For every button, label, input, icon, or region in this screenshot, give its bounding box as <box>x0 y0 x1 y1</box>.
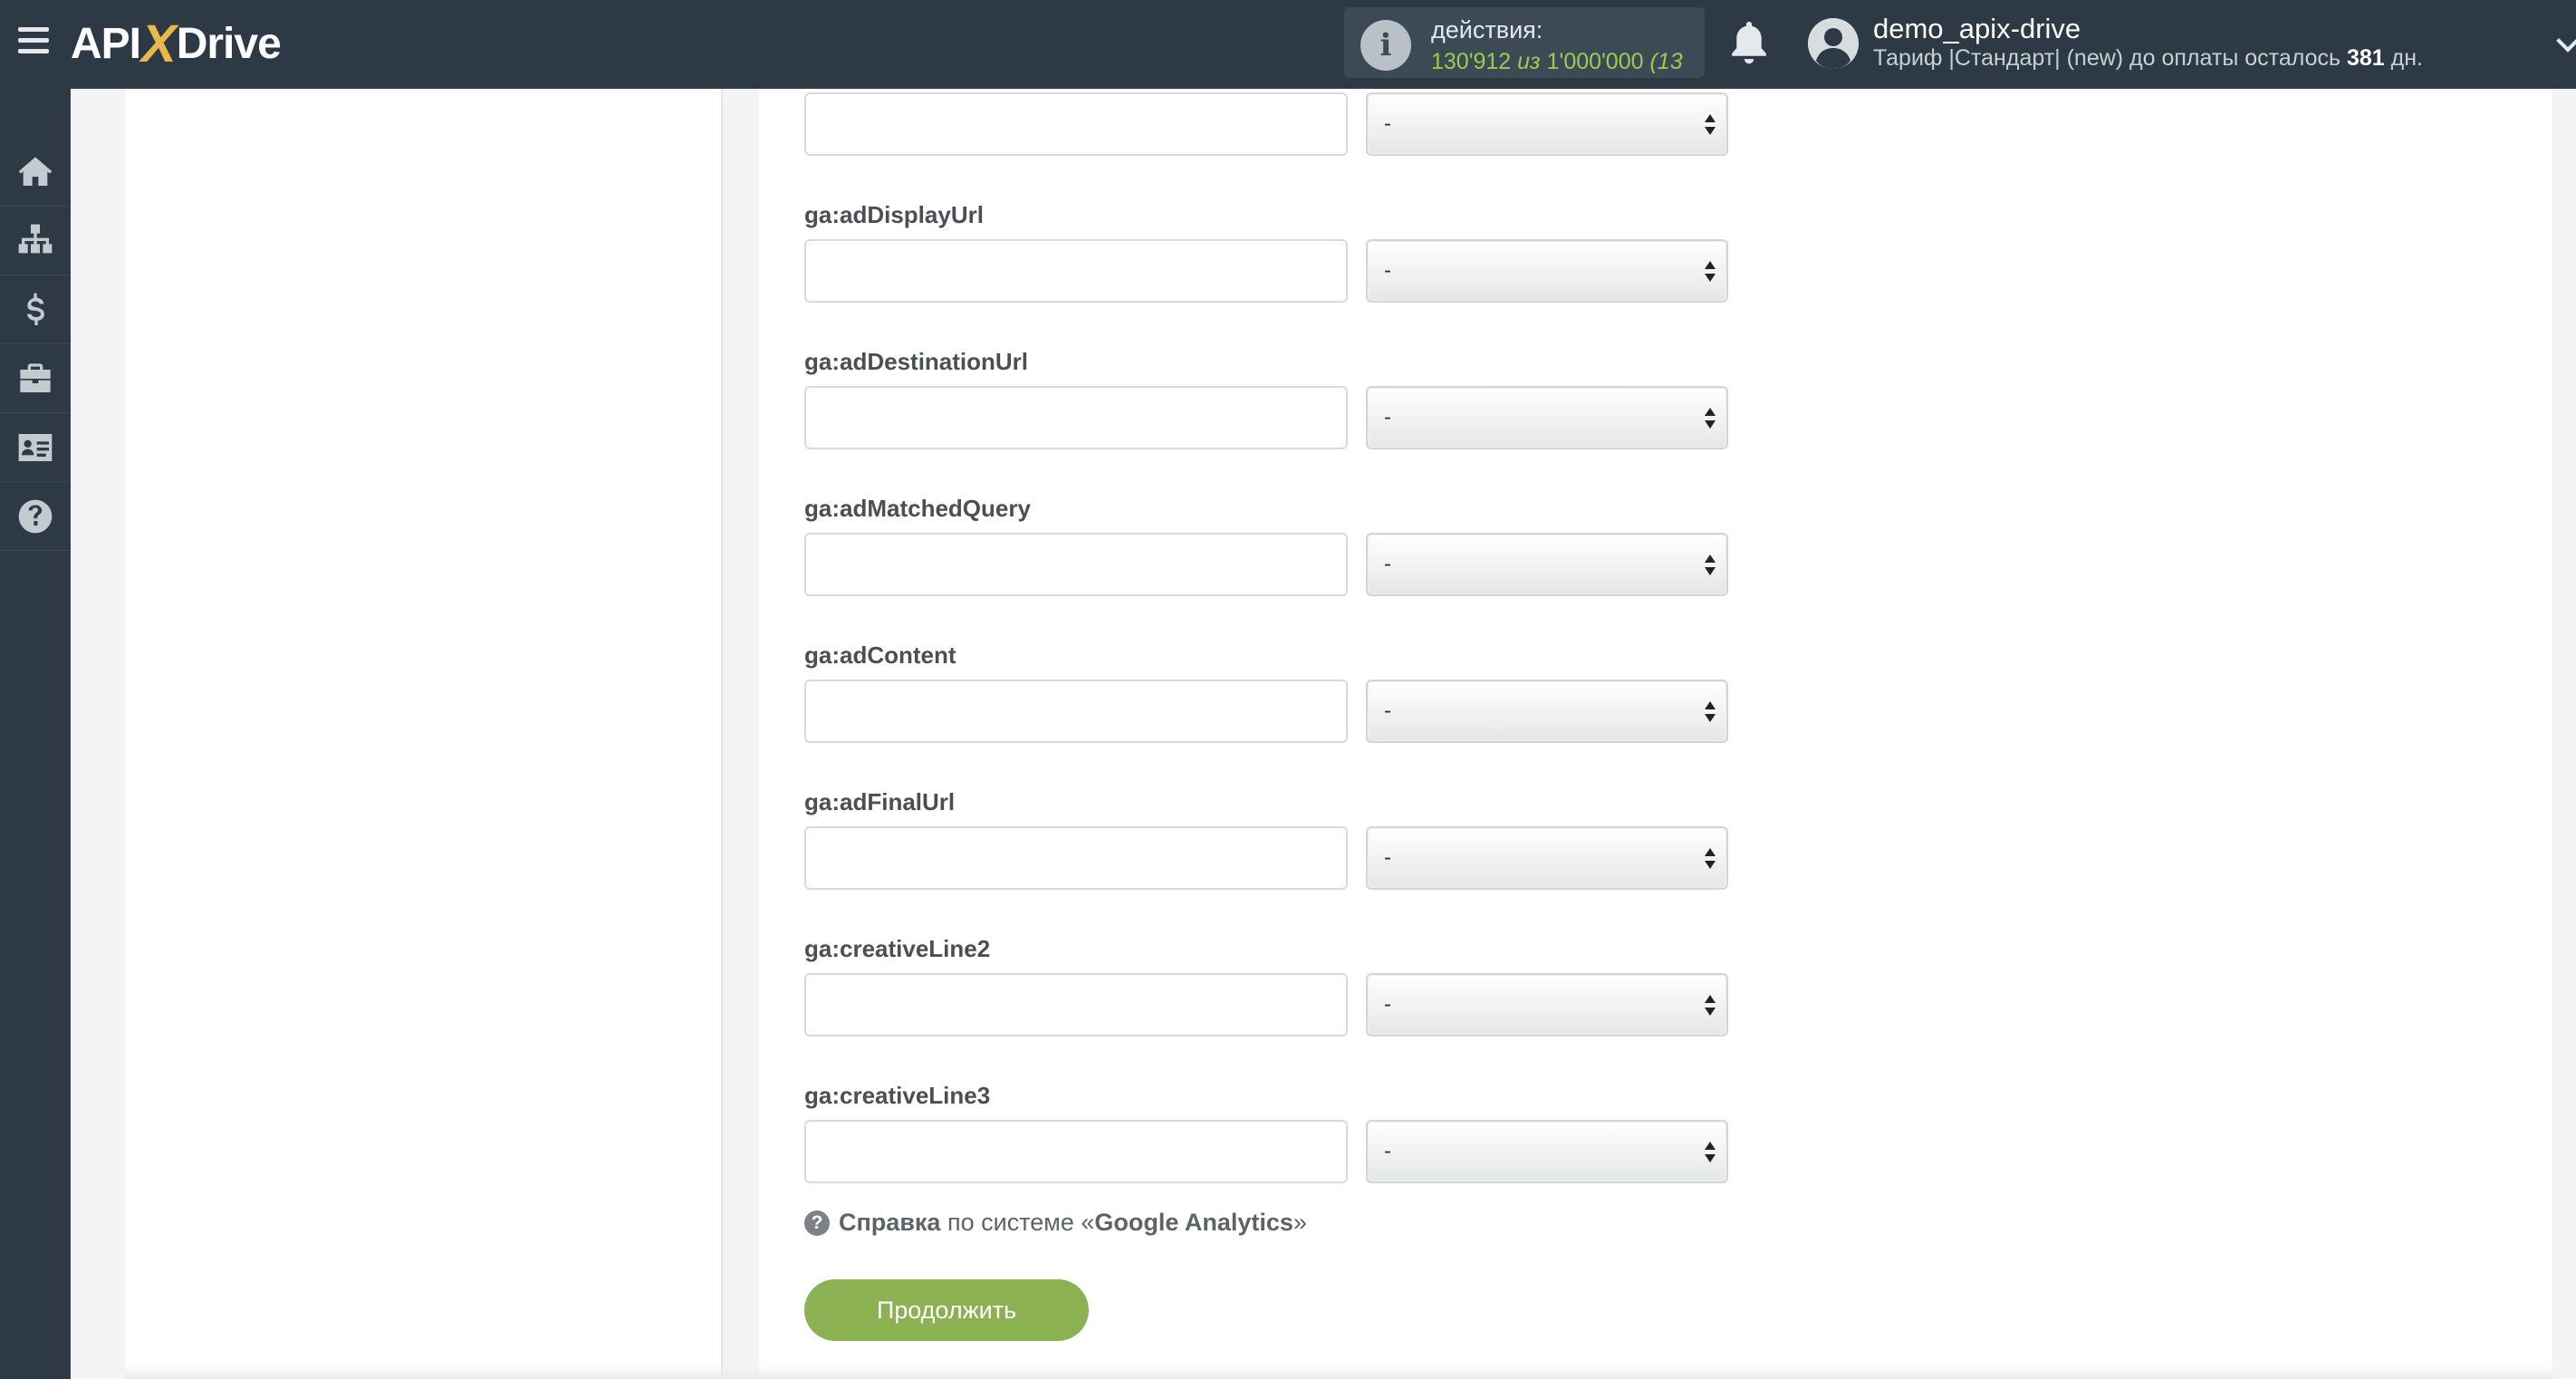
actions-counter[interactable]: i действия: 130'912 из 1'000'000 (13 <box>1344 7 1705 78</box>
help-line: ? Справка по системе «Google Analytics» <box>804 1209 1307 1237</box>
field-label: ga:creativeLine2 <box>804 935 991 962</box>
field-select-value: - <box>1384 699 1391 723</box>
field-input-ad-destination-url[interactable] <box>804 386 1348 449</box>
sidebar-item-billing[interactable] <box>0 275 71 344</box>
field-select-creative-line3[interactable]: - <box>1366 1120 1728 1183</box>
home-icon <box>18 156 53 186</box>
chevron-down-icon[interactable] <box>2556 29 2576 53</box>
sitemap-icon <box>18 224 53 253</box>
help-system[interactable]: Google Analytics <box>1094 1209 1293 1237</box>
select-arrows-icon <box>1705 114 1716 138</box>
field-select-ad-content[interactable]: - <box>1366 680 1728 743</box>
sidebar-item-contacts[interactable] <box>0 413 71 482</box>
help-end: » <box>1293 1209 1307 1236</box>
field-input-ad-display-url[interactable] <box>804 239 1348 303</box>
actions-title: действия: <box>1431 16 1543 43</box>
select-arrows-icon <box>1705 554 1716 578</box>
actions-used: 130'912 <box>1431 49 1512 74</box>
user-icon <box>1808 18 1859 69</box>
select-arrows-icon <box>1705 261 1716 284</box>
field-select-value: - <box>1384 111 1391 136</box>
briefcase-icon <box>20 362 51 392</box>
select-arrows-icon <box>1705 848 1716 872</box>
field-input-top[interactable] <box>804 92 1348 156</box>
logo-api: API <box>71 19 141 68</box>
sidebar-item-home[interactable] <box>0 138 71 207</box>
actions-count: 130'912 из 1'000'000 (13 <box>1431 49 1683 75</box>
field-select-top[interactable]: - <box>1366 92 1728 156</box>
field-input-ad-content[interactable] <box>804 680 1348 743</box>
plan-days: 381 <box>2346 45 2385 71</box>
actions-total: 1'000'000 <box>1546 49 1644 74</box>
sidebar-item-connections[interactable] <box>0 207 71 275</box>
field-input-ad-matched-query[interactable] <box>804 533 1348 596</box>
field-select-value: - <box>1384 845 1391 870</box>
help-link[interactable]: Справка <box>839 1209 940 1237</box>
select-arrows-icon <box>1705 701 1716 725</box>
logo-x: X <box>141 14 177 73</box>
help-middle: по системе « <box>947 1209 1095 1236</box>
avatar[interactable] <box>1808 18 1859 69</box>
plan-unit: дн. <box>2390 45 2423 71</box>
logo-drive: Drive <box>176 19 282 68</box>
menu-icon[interactable] <box>18 27 49 54</box>
left-panel <box>125 89 723 1379</box>
bell-icon[interactable] <box>1730 22 1768 65</box>
field-select-ad-matched-query[interactable]: - <box>1366 533 1728 596</box>
help-circle-icon: ? <box>804 1210 830 1236</box>
continue-button[interactable]: Продолжить <box>804 1279 1089 1341</box>
field-select-ad-destination-url[interactable]: - <box>1366 386 1728 449</box>
actions-extra: (13 <box>1649 49 1683 74</box>
field-label: ga:adMatchedQuery <box>804 495 1031 522</box>
sidebar <box>0 89 71 1379</box>
field-select-value: - <box>1384 1139 1391 1163</box>
field-input-ad-final-url[interactable] <box>804 826 1348 890</box>
field-select-ad-display-url[interactable]: - <box>1366 239 1728 303</box>
field-select-value: - <box>1384 992 1391 1017</box>
field-select-value: - <box>1384 258 1391 283</box>
field-input-creative-line2[interactable] <box>804 973 1348 1037</box>
field-label: ga:adFinalUrl <box>804 788 956 815</box>
help-icon <box>18 499 53 533</box>
select-arrows-icon <box>1705 1142 1716 1165</box>
field-label: ga:adDestinationUrl <box>804 348 1029 375</box>
dollar-icon <box>27 293 44 325</box>
field-select-ad-final-url[interactable]: - <box>1366 826 1728 890</box>
field-select-creative-line2[interactable]: - <box>1366 973 1728 1037</box>
select-arrows-icon <box>1705 995 1716 1018</box>
logo[interactable]: API X Drive <box>71 14 282 73</box>
field-input-creative-line3[interactable] <box>804 1120 1348 1183</box>
sidebar-item-services[interactable] <box>0 344 71 413</box>
plan-info: Тариф |Стандарт| (new) до оплаты осталос… <box>1873 45 2423 72</box>
field-label: ga:adContent <box>804 641 956 669</box>
top-bar: API X Drive i действия: 130'912 из 1'000'0… <box>0 0 2576 89</box>
contact-card-icon <box>18 433 53 461</box>
user-name[interactable]: demo_apix-drive <box>1873 13 2081 45</box>
plan-text: Тариф |Стандарт| (new) до оплаты осталос… <box>1873 45 2341 71</box>
info-icon: i <box>1360 20 1411 71</box>
bottom-shade <box>125 1365 2552 1379</box>
sidebar-item-help[interactable] <box>0 482 71 551</box>
field-select-value: - <box>1384 405 1391 429</box>
select-arrows-icon <box>1705 408 1716 431</box>
field-label: ga:adDisplayUrl <box>804 201 984 228</box>
actions-of: из <box>1517 49 1541 74</box>
field-select-value: - <box>1384 552 1391 576</box>
field-label: ga:creativeLine3 <box>804 1082 991 1109</box>
